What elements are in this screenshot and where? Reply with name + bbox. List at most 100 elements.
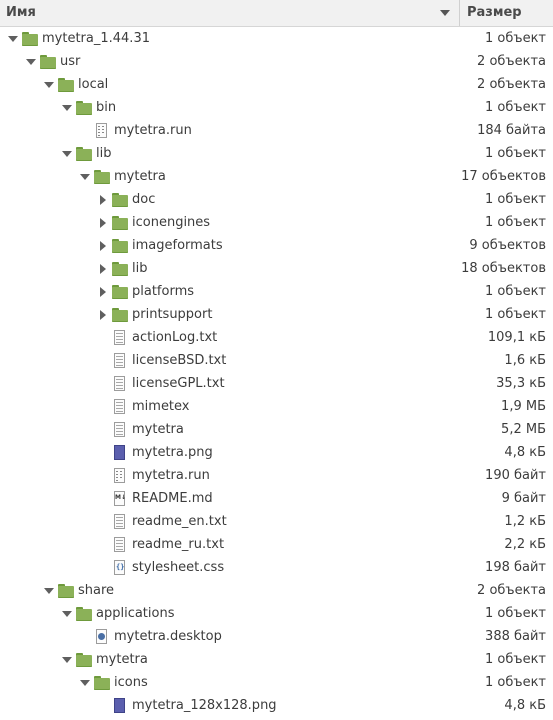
item-size: 2 объекта bbox=[477, 77, 546, 92]
size-column-header[interactable]: Размер bbox=[461, 0, 553, 26]
expander-closed-icon[interactable] bbox=[97, 240, 109, 252]
expander-open-icon[interactable] bbox=[79, 677, 91, 689]
folder-icon bbox=[76, 146, 92, 162]
file-row[interactable]: mytetra.run 190 байт bbox=[0, 465, 553, 488]
script-file-icon bbox=[112, 468, 128, 484]
item-name: mimetex bbox=[132, 399, 190, 414]
expander-open-icon[interactable] bbox=[79, 171, 91, 183]
item-size: 2 объекта bbox=[477, 54, 546, 69]
folder-row[interactable]: usr 2 объекта bbox=[0, 51, 553, 74]
desktop-file-icon bbox=[94, 629, 110, 645]
markdown-file-icon bbox=[112, 491, 128, 507]
item-size: 1 объект bbox=[485, 146, 546, 161]
item-size: 1,6 кБ bbox=[504, 353, 546, 368]
text-file-icon bbox=[112, 353, 128, 369]
folder-row[interactable]: share 2 объекта bbox=[0, 580, 553, 603]
item-size: 1 объект bbox=[485, 215, 546, 230]
item-name: platforms bbox=[132, 284, 195, 299]
file-row[interactable]: mytetra_128x128.png 4,8 кБ bbox=[0, 695, 553, 718]
folder-row[interactable]: platforms 1 объект bbox=[0, 281, 553, 304]
item-size: 1 объект bbox=[485, 31, 546, 46]
file-row[interactable]: mytetra.desktop 388 байт bbox=[0, 626, 553, 649]
item-size: 4,8 кБ bbox=[504, 445, 546, 460]
folder-icon bbox=[76, 100, 92, 116]
folder-row[interactable]: bin 1 объект bbox=[0, 97, 553, 120]
item-name: printsupport bbox=[132, 307, 213, 322]
folder-row[interactable]: applications 1 объект bbox=[0, 603, 553, 626]
folder-row[interactable]: icons 1 объект bbox=[0, 672, 553, 695]
file-row[interactable]: licenseGPL.txt 35,3 кБ bbox=[0, 373, 553, 396]
folder-row[interactable]: lib 18 объектов bbox=[0, 258, 553, 281]
name-column-header[interactable]: Имя bbox=[0, 0, 460, 26]
folder-row[interactable]: doc 1 объект bbox=[0, 189, 553, 212]
item-size: 17 объектов bbox=[461, 169, 546, 184]
file-row[interactable]: licenseBSD.txt 1,6 кБ bbox=[0, 350, 553, 373]
image-file-icon bbox=[112, 698, 128, 714]
item-size: 1 объект bbox=[485, 606, 546, 621]
expander-open-icon[interactable] bbox=[61, 148, 73, 160]
text-file-icon bbox=[112, 422, 128, 438]
expander-open-icon[interactable] bbox=[7, 33, 19, 45]
file-row[interactable]: readme_ru.txt 2,2 кБ bbox=[0, 534, 553, 557]
expander-open-icon[interactable] bbox=[61, 608, 73, 620]
folder-row[interactable]: iconengines 1 объект bbox=[0, 212, 553, 235]
item-name: licenseBSD.txt bbox=[132, 353, 227, 368]
item-name: mytetra bbox=[114, 169, 166, 184]
folder-row[interactable]: lib 1 объект bbox=[0, 143, 553, 166]
folder-row[interactable]: local 2 объекта bbox=[0, 74, 553, 97]
item-size: 9 объектов bbox=[469, 238, 546, 253]
file-row[interactable]: readme_en.txt 1,2 кБ bbox=[0, 511, 553, 534]
item-name: imageformats bbox=[132, 238, 223, 253]
expander-closed-icon[interactable] bbox=[97, 194, 109, 206]
folder-icon bbox=[112, 284, 128, 300]
item-name: lib bbox=[132, 261, 148, 276]
expander-open-icon[interactable] bbox=[43, 79, 55, 91]
item-name: icons bbox=[114, 675, 148, 690]
expander-open-icon[interactable] bbox=[25, 56, 37, 68]
sort-descending-icon[interactable] bbox=[440, 10, 450, 16]
item-size: 1 объект bbox=[485, 307, 546, 322]
text-file-icon bbox=[112, 399, 128, 415]
item-name: README.md bbox=[132, 491, 213, 506]
text-file-icon bbox=[112, 514, 128, 530]
file-row[interactable]: stylesheet.css 198 байт bbox=[0, 557, 553, 580]
file-row[interactable]: mytetra.png 4,8 кБ bbox=[0, 442, 553, 465]
expander-open-icon[interactable] bbox=[61, 102, 73, 114]
file-row[interactable]: actionLog.txt 109,1 кБ bbox=[0, 327, 553, 350]
item-name: mytetra.png bbox=[132, 445, 213, 460]
item-size: 184 байта bbox=[477, 123, 546, 138]
folder-row[interactable]: mytetra_1.44.31 1 объект bbox=[0, 28, 553, 51]
item-size: 2,2 кБ bbox=[504, 537, 546, 552]
folder-row[interactable]: mytetra 17 объектов bbox=[0, 166, 553, 189]
item-name: applications bbox=[96, 606, 175, 621]
folder-icon bbox=[112, 261, 128, 277]
expander-open-icon[interactable] bbox=[43, 585, 55, 597]
item-name: licenseGPL.txt bbox=[132, 376, 225, 391]
item-name: mytetra_1.44.31 bbox=[42, 31, 150, 46]
file-row[interactable]: mytetra.run 184 байта bbox=[0, 120, 553, 143]
folder-row[interactable]: mytetra 1 объект bbox=[0, 649, 553, 672]
item-name: mytetra.run bbox=[114, 123, 192, 138]
text-file-icon bbox=[112, 537, 128, 553]
expander-closed-icon[interactable] bbox=[97, 286, 109, 298]
item-name: iconengines bbox=[132, 215, 211, 230]
item-size: 1 объект bbox=[485, 100, 546, 115]
item-size: 1 объект bbox=[485, 652, 546, 667]
file-row[interactable]: README.md 9 байт bbox=[0, 488, 553, 511]
image-file-icon bbox=[112, 445, 128, 461]
folder-icon bbox=[40, 54, 56, 70]
expander-closed-icon[interactable] bbox=[97, 263, 109, 275]
folder-icon bbox=[94, 675, 110, 691]
expander-closed-icon[interactable] bbox=[97, 309, 109, 321]
folder-row[interactable]: printsupport 1 объект bbox=[0, 304, 553, 327]
item-name: mytetra bbox=[96, 652, 148, 667]
file-row[interactable]: mimetex 1,9 МБ bbox=[0, 396, 553, 419]
expander-open-icon[interactable] bbox=[61, 654, 73, 666]
item-size: 1 объект bbox=[485, 284, 546, 299]
folder-icon bbox=[94, 169, 110, 185]
folder-row[interactable]: imageformats 9 объектов bbox=[0, 235, 553, 258]
item-name: usr bbox=[60, 54, 81, 69]
expander-closed-icon[interactable] bbox=[97, 217, 109, 229]
file-row[interactable]: mytetra 5,2 МБ bbox=[0, 419, 553, 442]
folder-icon bbox=[22, 31, 38, 47]
